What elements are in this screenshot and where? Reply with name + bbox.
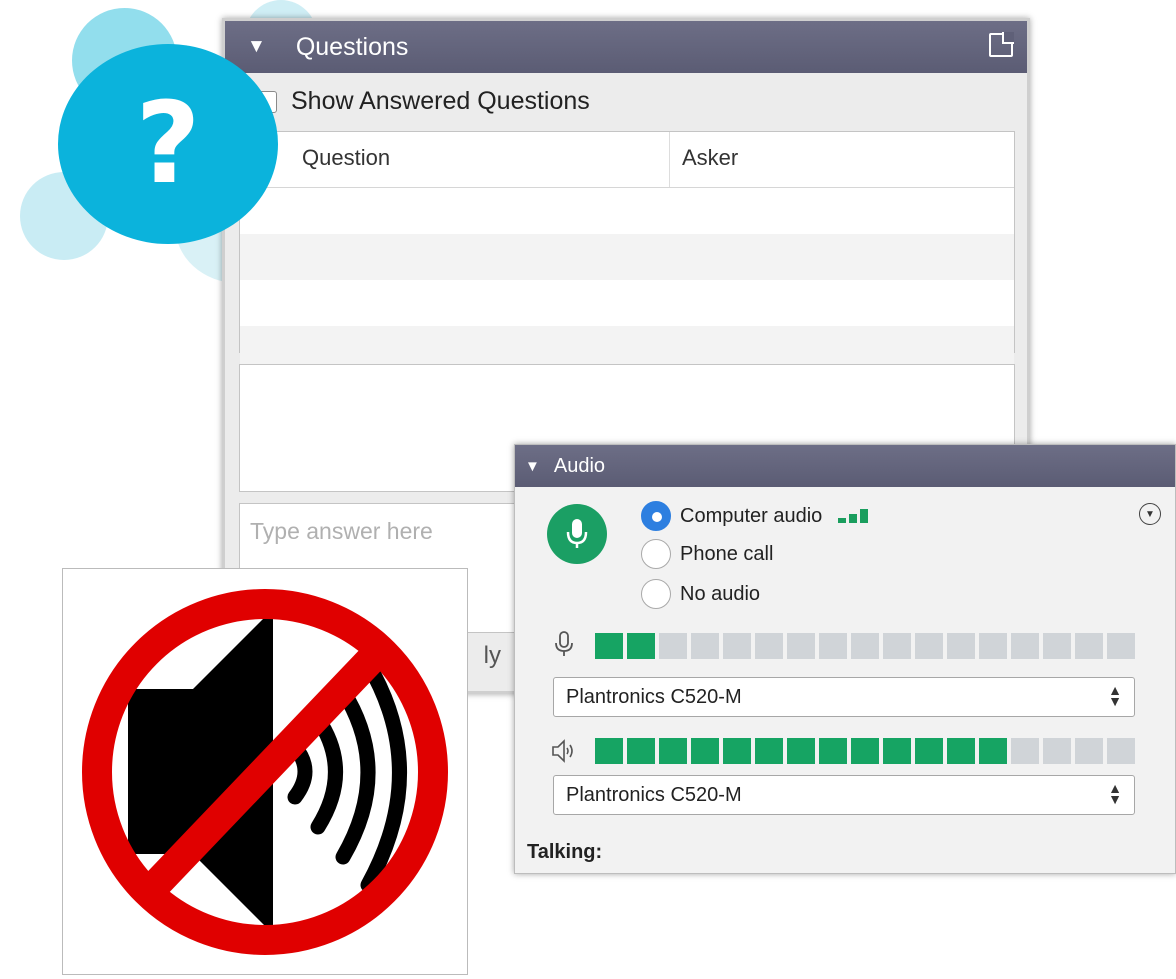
level-segment xyxy=(787,633,815,659)
microphone-button[interactable] xyxy=(547,504,607,564)
level-segment xyxy=(595,738,623,764)
microphone-level-meter xyxy=(595,633,1135,659)
table-row[interactable] xyxy=(240,280,1014,326)
level-segment xyxy=(883,633,911,659)
audio-panel: ▼ Audio Computer audio Phone call No aud… xyxy=(514,444,1176,874)
more-options-icon[interactable]: ▼ xyxy=(1139,503,1161,525)
level-segment xyxy=(755,633,783,659)
level-segment xyxy=(659,633,687,659)
radio-no-audio[interactable] xyxy=(641,579,671,609)
audio-option-computer[interactable]: Computer audio xyxy=(641,501,869,531)
level-segment xyxy=(787,738,815,764)
audio-option-none[interactable]: No audio xyxy=(641,579,760,609)
signal-strength-icon xyxy=(838,509,869,523)
select-arrows-icon: ▲ ▼ xyxy=(1108,682,1122,709)
level-segment xyxy=(851,738,879,764)
level-segment xyxy=(979,738,1007,764)
level-segment xyxy=(947,633,975,659)
column-header-question[interactable]: Question xyxy=(240,132,670,187)
level-segment xyxy=(819,738,847,764)
no-sound-sign xyxy=(62,568,468,975)
table-row[interactable] xyxy=(240,188,1014,234)
level-segment xyxy=(755,738,783,764)
level-segment xyxy=(819,633,847,659)
level-segment xyxy=(1011,738,1039,764)
level-segment xyxy=(1075,633,1103,659)
radio-computer-audio[interactable] xyxy=(641,501,671,531)
level-segment xyxy=(691,738,719,764)
column-header-asker[interactable]: Asker xyxy=(670,132,738,187)
level-segment xyxy=(1107,633,1135,659)
level-segment xyxy=(1043,738,1071,764)
audio-option-label: No audio xyxy=(680,582,761,605)
question-glyph: ? xyxy=(135,79,201,209)
popout-icon[interactable] xyxy=(989,32,1014,57)
audio-panel-title: Audio xyxy=(553,454,606,477)
level-segment xyxy=(883,738,911,764)
questions-table-header: Question Asker xyxy=(240,132,1014,188)
level-segment xyxy=(595,633,623,659)
table-row[interactable] xyxy=(240,234,1014,280)
show-answered-label: Show Answered Questions xyxy=(291,87,590,115)
speaker-device-value: Plantronics C520-M xyxy=(566,783,742,806)
microphone-device-select[interactable]: Plantronics C520-M ▲ ▼ xyxy=(553,677,1135,717)
speaker-icon xyxy=(552,739,573,763)
level-segment xyxy=(627,738,655,764)
audio-panel-header[interactable]: ▼ Audio xyxy=(515,445,1175,487)
level-segment xyxy=(979,633,1007,659)
speaker-device-select[interactable]: Plantronics C520-M ▲ ▼ xyxy=(553,775,1135,815)
level-segment xyxy=(915,633,943,659)
question-icon: ? xyxy=(58,44,278,244)
microphone-device-value: Plantronics C520-M xyxy=(566,685,742,708)
level-segment xyxy=(723,738,751,764)
level-segment xyxy=(1107,738,1135,764)
microphone-icon xyxy=(555,631,573,656)
level-segment xyxy=(915,738,943,764)
level-segment xyxy=(1075,738,1103,764)
collapse-triangle-icon[interactable]: ▼ xyxy=(247,36,266,58)
level-segment xyxy=(1011,633,1039,659)
audio-option-label: Phone call xyxy=(680,542,774,565)
microphone-icon xyxy=(566,519,588,548)
level-segment xyxy=(691,633,719,659)
level-segment xyxy=(851,633,879,659)
level-segment xyxy=(627,633,655,659)
collapse-triangle-icon[interactable]: ▼ xyxy=(525,458,540,475)
speaker-level-meter xyxy=(595,738,1135,764)
audio-option-phone[interactable]: Phone call xyxy=(641,539,773,569)
questions-panel-title: Questions xyxy=(295,32,409,61)
audio-option-label: Computer audio xyxy=(680,504,823,527)
level-segment xyxy=(1043,633,1071,659)
show-answered-row: Show Answered Questions xyxy=(255,87,590,116)
questions-table: Question Asker xyxy=(239,131,1015,372)
level-segment xyxy=(723,633,751,659)
questions-panel-header[interactable]: ▼ Questions xyxy=(225,21,1027,73)
radio-phone-call[interactable] xyxy=(641,539,671,569)
talking-label: Talking: xyxy=(527,841,603,863)
level-segment xyxy=(947,738,975,764)
level-segment xyxy=(659,738,687,764)
select-arrows-icon: ▲ ▼ xyxy=(1108,780,1122,807)
no-sound-icon xyxy=(82,589,448,955)
